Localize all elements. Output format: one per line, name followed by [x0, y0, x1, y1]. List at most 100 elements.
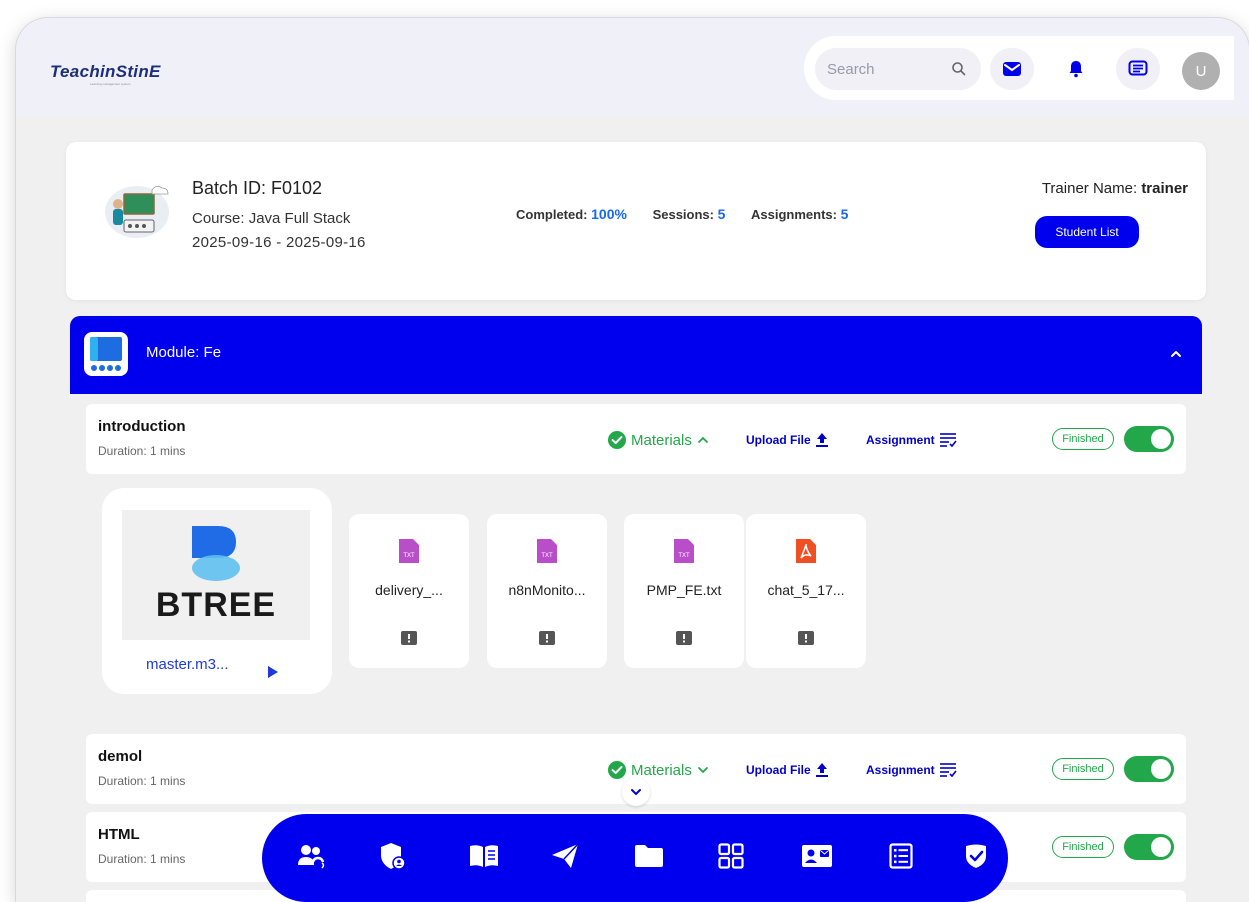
module-header[interactable]: Module: Fe: [70, 316, 1202, 394]
status-badge: Finished: [1052, 428, 1114, 450]
status-badge: Finished: [1052, 836, 1114, 858]
chevron-up-icon[interactable]: [1168, 346, 1184, 362]
session-row: introduction Duration: 1 mins Materials …: [86, 404, 1186, 474]
file-card[interactable]: TXT PMP_FE.txt: [624, 514, 744, 668]
assignment-list-icon: [939, 763, 957, 778]
session-title: demol: [98, 748, 143, 765]
upload-file-button[interactable]: Upload File: [746, 762, 829, 778]
chevron-down-icon: [631, 789, 641, 796]
module-title: Module: Fe: [146, 344, 222, 361]
dock-contacts-button[interactable]: [797, 836, 837, 876]
dock-send-button[interactable]: [545, 836, 585, 876]
search-input[interactable]: [827, 58, 937, 80]
file-name: PMP_FE.txt: [646, 582, 722, 598]
comment-alert-icon[interactable]: [400, 630, 418, 646]
app-window: TeachinStinE Learning management system: [16, 18, 1249, 902]
play-icon[interactable]: [268, 666, 278, 678]
trainer-name: Trainer Name: trainer: [1041, 180, 1188, 197]
file-name: delivery_...: [375, 582, 443, 598]
folder-icon: [635, 845, 663, 867]
svg-text:TXT: TXT: [541, 553, 553, 559]
dock-security-button[interactable]: [373, 836, 413, 876]
toggle-knob: [1151, 837, 1171, 857]
comment-alert-icon[interactable]: [675, 630, 693, 646]
assignment-list-icon: [939, 433, 957, 448]
dock-list-button[interactable]: [881, 836, 921, 876]
finished-toggle[interactable]: [1124, 756, 1174, 782]
txt-file-icon: TXT: [399, 539, 419, 563]
svg-text:TXT: TXT: [403, 553, 415, 559]
materials-toggle[interactable]: Materials: [607, 430, 710, 450]
search-box: [815, 48, 981, 90]
chevron-up-icon: [697, 436, 708, 443]
file-name: n8nMonito...: [508, 582, 586, 598]
batch-id: Batch ID: F0102: [192, 178, 323, 198]
logo[interactable]: TeachinStinE: [50, 62, 161, 82]
student-list-button[interactable]: Student List: [1035, 216, 1139, 248]
dock-verify-button[interactable]: [958, 836, 994, 876]
materials-toggle[interactable]: Materials: [607, 760, 710, 780]
video-material-card[interactable]: BTREE master.m3...: [102, 488, 332, 694]
dock-courses-button[interactable]: [464, 836, 504, 876]
session-duration: Duration: 1 mins: [98, 774, 186, 788]
txt-file-icon: TXT: [674, 539, 694, 563]
video-thumbnail: BTREE: [122, 510, 310, 640]
batch-stats: Completed: 100% Sessions: 5 Assignments:…: [516, 206, 870, 222]
txt-file-icon: TXT: [537, 539, 557, 563]
book-icon: [470, 845, 498, 867]
stat-assignments: Assignments: 5: [751, 206, 849, 222]
mail-icon: [1003, 62, 1021, 76]
batch-info-card: Batch ID: F0102 Course: Java Full Stack …: [66, 142, 1206, 300]
dock-apps-button[interactable]: [711, 836, 751, 876]
avatar[interactable]: U: [1182, 52, 1220, 90]
file-card[interactable]: TXT n8nMonito...: [487, 514, 607, 668]
file-card[interactable]: chat_5_17...: [746, 514, 866, 668]
check-circle-icon: [608, 761, 626, 779]
session-title: HTML: [98, 826, 140, 843]
comment-alert-icon[interactable]: [797, 630, 815, 646]
video-name[interactable]: master.m3...: [146, 656, 229, 673]
upload-file-button[interactable]: Upload File: [746, 432, 829, 448]
bell-icon: [1069, 61, 1083, 78]
grid-icon: [718, 843, 744, 869]
file-name: chat_5_17...: [767, 582, 845, 598]
notifications-button[interactable]: [1054, 48, 1098, 90]
shield-user-icon: [381, 843, 406, 870]
top-header: TeachinStinE Learning management system: [16, 18, 1249, 116]
btree-brand: BTREE: [155, 586, 277, 624]
status-badge: Finished: [1052, 758, 1114, 780]
pdf-file-icon: [796, 539, 816, 563]
upload-icon: [815, 763, 828, 777]
check-circle-icon: [608, 431, 626, 449]
classroom-illustration-icon: [105, 186, 169, 238]
file-card[interactable]: TXT delivery_...: [349, 514, 469, 668]
logo-tagline: Learning management system: [90, 82, 131, 86]
check-shield-icon: [966, 844, 986, 868]
bottom-dock: [262, 814, 1008, 902]
comment-alert-icon[interactable]: [538, 630, 556, 646]
dock-files-button[interactable]: [629, 836, 669, 876]
mail-button[interactable]: [990, 48, 1034, 90]
session-title: introduction: [98, 418, 186, 435]
dock-users-button[interactable]: [292, 836, 332, 876]
list-icon: [889, 843, 913, 869]
assignment-button[interactable]: Assignment: [866, 762, 957, 778]
toggle-knob: [1151, 429, 1171, 449]
module-icon: [84, 332, 128, 376]
toggle-knob: [1151, 759, 1171, 779]
messages-button[interactable]: [1116, 48, 1160, 90]
svg-text:TXT: TXT: [678, 553, 690, 559]
stat-completed: Completed: 100%: [516, 206, 627, 222]
batch-course: Course: Java Full Stack: [192, 210, 351, 227]
assignment-button[interactable]: Assignment: [866, 432, 957, 448]
search-icon[interactable]: [949, 59, 969, 79]
btree-logo-icon: [192, 526, 240, 581]
stat-sessions: Sessions: 5: [652, 206, 726, 222]
contact-card-icon: [802, 845, 832, 867]
message-list-icon: [1128, 60, 1148, 76]
finished-toggle[interactable]: [1124, 426, 1174, 452]
finished-toggle[interactable]: [1124, 834, 1174, 860]
send-icon: [552, 843, 579, 868]
batch-dates: 2025-09-16 - 2025-09-16: [192, 234, 366, 251]
expand-materials-button[interactable]: [622, 778, 650, 806]
